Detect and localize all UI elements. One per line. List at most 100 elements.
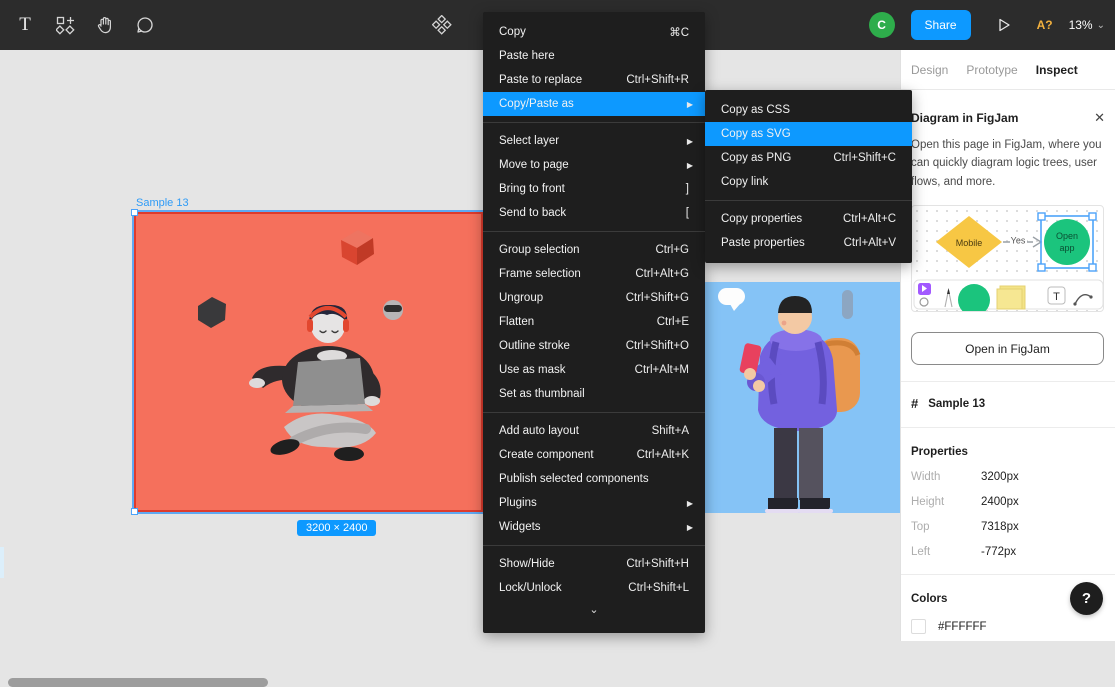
menu-item-use-as-mask[interactable]: Use as mask Ctrl+Alt+M <box>483 358 705 382</box>
menu-shortcut: Ctrl+Shift+G <box>626 292 689 304</box>
frame-label[interactable]: Sample 13 <box>136 197 189 209</box>
text-tool-button[interactable]: T <box>8 8 42 42</box>
menu-label: Create component <box>499 449 637 461</box>
selected-frame[interactable] <box>134 212 483 512</box>
menu-shortcut: ⌘C <box>669 25 689 39</box>
submenu-item-paste-properties[interactable]: Paste properties Ctrl+Alt+V <box>705 231 912 255</box>
menu-separator <box>705 200 912 201</box>
menu-item-send-to-back[interactable]: Send to back [ <box>483 201 705 225</box>
menu-shortcut: Ctrl+Alt+K <box>637 449 689 461</box>
edge-label: Yes <box>1011 236 1026 246</box>
menu-item-lock-unlock[interactable]: Lock/Unlock Ctrl+Shift+L <box>483 576 705 600</box>
color-hex-value[interactable]: #FFFFFF <box>938 621 987 633</box>
size-badge: 3200 × 2400 <box>297 520 376 536</box>
missing-fonts-badge[interactable]: A? <box>1037 18 1053 32</box>
menu-item-flatten[interactable]: Flatten Ctrl+E <box>483 310 705 334</box>
menu-item-plugins[interactable]: Plugins ▶ <box>483 491 705 515</box>
menu-label: Ungroup <box>499 292 626 304</box>
menu-label: Publish selected components <box>499 473 689 485</box>
menu-item-create-component[interactable]: Create component Ctrl+Alt+K <box>483 443 705 467</box>
menu-item-add-auto-layout[interactable]: Add auto layout Shift+A <box>483 419 705 443</box>
menu-label: Send to back <box>499 207 686 219</box>
menu-label: Copy as PNG <box>721 152 833 164</box>
submenu-item-copy-as-png[interactable]: Copy as PNG Ctrl+Shift+C <box>705 146 912 170</box>
menu-item-group-selection[interactable]: Group selection Ctrl+G <box>483 238 705 262</box>
menu-label: Lock/Unlock <box>499 582 628 594</box>
property-value[interactable]: 3200px <box>981 471 1019 483</box>
menu-label: Copy as CSS <box>721 104 896 116</box>
submenu-item-copy-link[interactable]: Copy link <box>705 170 912 194</box>
menu-shortcut: Ctrl+Alt+M <box>635 364 689 376</box>
avatar[interactable]: C <box>869 12 895 38</box>
menu-item-copy-paste-as[interactable]: Copy/Paste as ▶ <box>483 92 705 116</box>
selection-handle-top-left[interactable] <box>131 209 138 216</box>
menu-item-paste-here[interactable]: Paste here <box>483 44 705 68</box>
figjam-preview: Mobile Yes Open app <box>911 205 1104 312</box>
property-value[interactable]: 7318px <box>981 521 1019 533</box>
open-in-figjam-button[interactable]: Open in FigJam <box>911 332 1104 365</box>
chevron-down-icon: ⌄ <box>1097 20 1105 31</box>
hand-tool-button[interactable] <box>88 8 122 42</box>
menu-item-show-hide[interactable]: Show/Hide Ctrl+Shift+H <box>483 552 705 576</box>
diamond-node-label: Mobile <box>956 238 983 248</box>
zoom-menu[interactable]: 13% ⌄ <box>1069 18 1105 32</box>
menu-item-move-to-page[interactable]: Move to page ▶ <box>483 153 705 177</box>
second-illustration[interactable] <box>700 282 900 513</box>
circle-node-label-2: app <box>1059 243 1074 253</box>
submenu-arrow-icon: ▶ <box>687 523 693 532</box>
phone-person-illustration <box>700 282 900 513</box>
menu-item-publish-selected-components[interactable]: Publish selected components <box>483 467 705 491</box>
menu-label: Copy as SVG <box>721 128 896 140</box>
menu-item-widgets[interactable]: Widgets ▶ <box>483 515 705 539</box>
menu-label: Bring to front <box>499 183 686 195</box>
comment-tool-button[interactable] <box>128 8 162 42</box>
present-button[interactable] <box>987 8 1021 42</box>
color-swatch[interactable] <box>911 619 926 634</box>
submenu-item-copy-as-svg[interactable]: Copy as SVG <box>705 122 912 146</box>
comment-icon <box>135 15 155 35</box>
menu-label: Paste properties <box>721 237 844 249</box>
menu-shortcut: Shift+A <box>652 425 689 437</box>
menu-item-copy[interactable]: Copy ⌘C <box>483 20 705 44</box>
menu-shortcut: [ <box>686 207 689 219</box>
tab-inspect[interactable]: Inspect <box>1036 63 1078 77</box>
component-tool-button[interactable] <box>425 8 459 42</box>
selection-handle-bottom-left[interactable] <box>131 508 138 515</box>
menu-item-set-as-thumbnail[interactable]: Set as thumbnail <box>483 382 705 406</box>
figjam-preview-art: Mobile Yes Open app <box>912 206 1104 312</box>
property-label: Left <box>911 546 981 558</box>
menu-item-outline-stroke[interactable]: Outline stroke Ctrl+Shift+O <box>483 334 705 358</box>
submenu-item-copy-as-css[interactable]: Copy as CSS <box>705 98 912 122</box>
assets-tool-button[interactable] <box>48 8 82 42</box>
menu-label: Copy/Paste as <box>499 98 687 110</box>
divider <box>901 574 1115 575</box>
tab-design[interactable]: Design <box>911 63 948 77</box>
menu-item-select-layer[interactable]: Select layer ▶ <box>483 129 705 153</box>
property-value[interactable]: -772px <box>981 546 1016 558</box>
property-row-width: Width 3200px <box>911 471 1105 483</box>
submenu-item-copy-properties[interactable]: Copy properties Ctrl+Alt+C <box>705 207 912 231</box>
tab-prototype[interactable]: Prototype <box>966 63 1017 77</box>
close-icon[interactable]: ✕ <box>1094 110 1105 126</box>
color-row[interactable]: #FFFFFF <box>911 619 1105 634</box>
menu-item-ungroup[interactable]: Ungroup Ctrl+Shift+G <box>483 286 705 310</box>
menu-item-bring-to-front[interactable]: Bring to front ] <box>483 177 705 201</box>
horizontal-scrollbar[interactable] <box>8 678 268 687</box>
menu-separator <box>483 231 705 232</box>
menu-label: Paste to replace <box>499 74 626 86</box>
sidebar-tabs: Design Prototype Inspect <box>901 50 1115 90</box>
property-value[interactable]: 2400px <box>981 496 1019 508</box>
menu-shortcut: Ctrl+Alt+V <box>844 237 896 249</box>
menu-scroll-chevron[interactable]: ⌄ <box>483 600 705 618</box>
share-button[interactable]: Share <box>911 10 971 40</box>
submenu-arrow-icon: ▶ <box>687 161 693 170</box>
divider <box>901 381 1115 382</box>
offscreen-frame-edge <box>0 547 4 578</box>
menu-item-frame-selection[interactable]: Frame selection Ctrl+Alt+G <box>483 262 705 286</box>
help-button[interactable]: ? <box>1070 582 1103 615</box>
chevron-down-icon: ⌄ <box>589 603 598 616</box>
zoom-level: 13% <box>1069 18 1093 32</box>
menu-item-paste-to-replace[interactable]: Paste to replace Ctrl+Shift+R <box>483 68 705 92</box>
context-menu: Copy ⌘C Paste here Paste to replace Ctrl… <box>483 12 705 633</box>
menu-shortcut: Ctrl+G <box>655 244 689 256</box>
